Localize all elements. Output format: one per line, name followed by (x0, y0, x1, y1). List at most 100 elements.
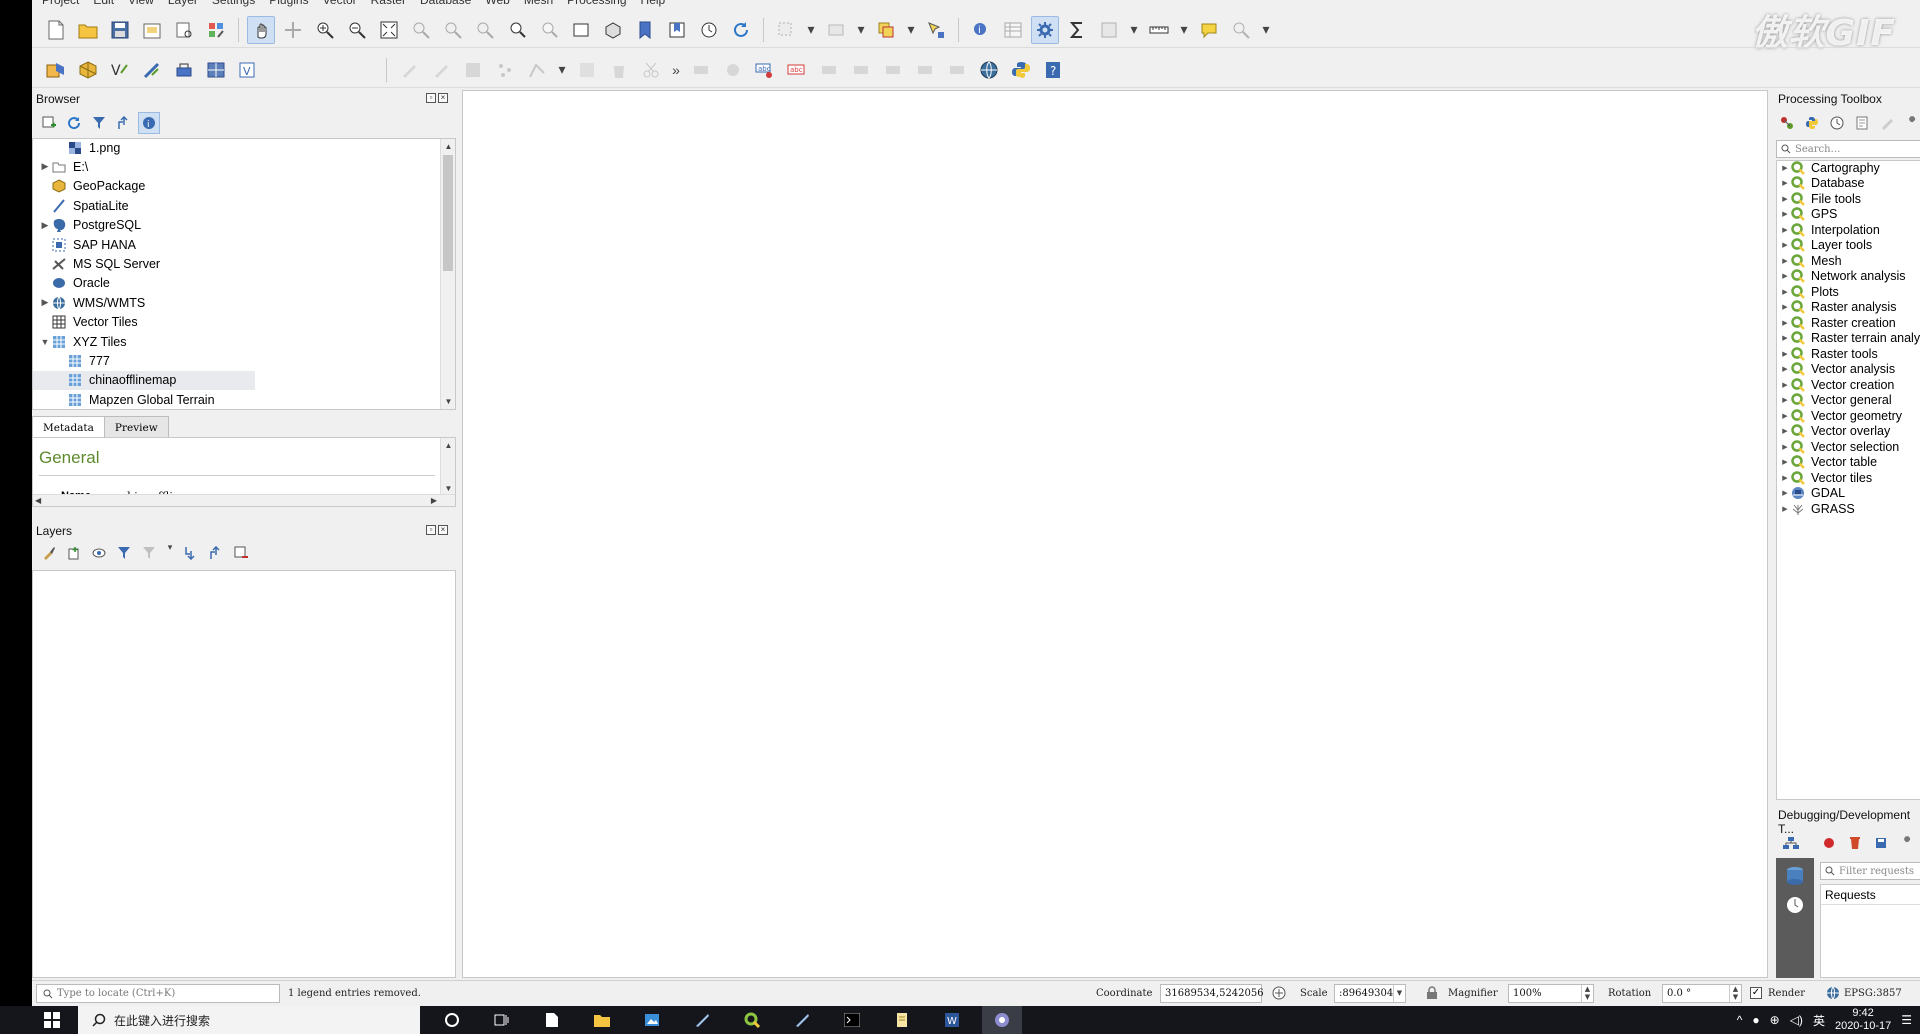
zoom-native-icon[interactable] (471, 16, 499, 44)
add-feature-icon[interactable] (491, 56, 519, 84)
menu-processing[interactable]: Processing (567, 0, 626, 10)
menu-project[interactable]: Project (42, 0, 79, 10)
expand-all-icon[interactable] (180, 542, 202, 564)
expand-arrow-icon[interactable]: ▶ (1779, 350, 1791, 358)
expand-arrow-icon[interactable]: ▶ (39, 220, 51, 231)
processing-group-file-tools[interactable]: ▶ File tools (1777, 191, 1861, 206)
processing-group-interpolation[interactable]: ▶ Interpolation (1777, 222, 1880, 237)
rotate-label-icon[interactable] (943, 56, 971, 84)
close-dock-button[interactable]: × (438, 525, 448, 535)
lock-scale-icon[interactable] (1426, 986, 1438, 1003)
task-view-icon[interactable] (482, 1006, 522, 1034)
render-checkbox[interactable]: ✓ (1750, 987, 1762, 999)
scale-dropdown-icon[interactable]: ▼ (1393, 985, 1405, 1002)
expand-arrow-icon[interactable]: ▶ (1779, 443, 1791, 451)
browser-item-postgresql[interactable]: ▶ PostgreSQL (33, 216, 141, 235)
expand-arrow-icon[interactable]: ▶ (1779, 257, 1791, 265)
move-label-icon[interactable] (911, 56, 939, 84)
measure-line-icon[interactable] (1145, 16, 1173, 44)
expand-arrow-icon[interactable]: ▶ (1779, 365, 1791, 373)
word-app-icon[interactable]: W (932, 1006, 972, 1034)
browser-item-777[interactable]: 777 (33, 351, 110, 370)
new-temporary-layer-icon[interactable] (170, 56, 198, 84)
expand-arrow-icon[interactable]: ▶ (1779, 164, 1791, 172)
metadata-hscrollbar[interactable]: ◀ ▶ (33, 494, 455, 506)
menu-help[interactable]: Help (641, 0, 666, 10)
menu-mesh[interactable]: Mesh (524, 0, 553, 10)
magnifier-field[interactable]: 100% ▲ ▼ (1508, 984, 1594, 1003)
cut-features-icon[interactable] (637, 56, 665, 84)
manage-map-themes-icon[interactable] (88, 542, 110, 564)
browser-item-xyz-tiles[interactable]: ▼ XYZ Tiles (33, 332, 127, 351)
processing-group-vector-selection[interactable]: ▶ Vector selection (1777, 439, 1899, 454)
zoom-full-icon[interactable] (375, 16, 403, 44)
results-viewer-icon[interactable] (1851, 112, 1873, 134)
float-dock-button[interactable]: ▫ (426, 525, 436, 535)
refresh-icon[interactable] (727, 16, 755, 44)
close-dock-button[interactable]: × (438, 93, 448, 103)
expand-arrow-icon[interactable]: ▶ (39, 161, 51, 172)
vertex-tool-icon[interactable] (523, 56, 551, 84)
browser-item-1-png[interactable]: 1.png (33, 139, 120, 157)
label-toolbar-icon[interactable] (687, 56, 715, 84)
new-print-layout-icon[interactable] (138, 16, 166, 44)
expand-arrow-icon[interactable]: ▶ (1779, 288, 1791, 296)
zoom-to-layer-icon[interactable] (439, 16, 467, 44)
collapse-all-layers-icon[interactable] (205, 542, 227, 564)
zoom-next-icon[interactable] (535, 16, 563, 44)
debug-settings-wrench-icon[interactable] (1896, 832, 1918, 854)
processing-group-vector-geometry[interactable]: ▶ Vector geometry (1777, 408, 1902, 423)
toggle-extents-icon[interactable] (1272, 986, 1286, 1003)
collapse-all-icon[interactable] (113, 112, 135, 134)
properties-info-icon[interactable]: i (138, 112, 160, 134)
tab-metadata[interactable]: Metadata (32, 416, 105, 438)
add-group-icon[interactable] (63, 542, 85, 564)
processing-group-gps[interactable]: ▶ GPS (1777, 207, 1837, 222)
zoom-last-icon[interactable] (503, 16, 531, 44)
add-selected-layers-icon[interactable] (38, 112, 60, 134)
new-project-icon[interactable] (42, 16, 70, 44)
remove-layer-icon[interactable] (230, 542, 252, 564)
attribute-table-icon[interactable] (999, 16, 1027, 44)
processing-group-mesh[interactable]: ▶ Mesh (1777, 253, 1841, 268)
browser-scrollbar[interactable]: ▲ ▼ (440, 139, 455, 409)
select-features-icon[interactable] (772, 16, 800, 44)
processing-group-plots[interactable]: ▶ Plots (1777, 284, 1839, 299)
filter-requests-input[interactable]: Filter requests (1820, 862, 1920, 880)
refresh-browser-icon[interactable] (63, 112, 85, 134)
modify-attributes-icon[interactable] (573, 56, 601, 84)
delete-selected-icon[interactable] (605, 56, 633, 84)
new-map-view-icon[interactable] (567, 16, 595, 44)
new-geopackage-layer-icon[interactable] (74, 56, 102, 84)
tray-app-icon[interactable]: ● (1752, 1013, 1759, 1027)
python-app-icon[interactable] (882, 1006, 922, 1034)
layers-tree[interactable] (32, 570, 456, 978)
pan-to-selection-icon[interactable] (279, 16, 307, 44)
menu-edit[interactable]: Edit (93, 0, 114, 10)
filter-legend-icon[interactable] (113, 542, 135, 564)
expand-arrow-icon[interactable]: ▶ (1779, 210, 1791, 218)
new-spatialite-layer-icon[interactable] (138, 56, 166, 84)
coordinate-field[interactable]: 31689534,5242056 (1160, 984, 1264, 1003)
processing-group-grass[interactable]: ▶ GRASS (1777, 501, 1854, 516)
quickmapservices-globe-icon[interactable] (975, 56, 1003, 84)
expand-arrow-icon[interactable]: ▶ (1779, 489, 1791, 497)
processing-group-vector-tiles[interactable]: ▶ Vector tiles (1777, 470, 1872, 485)
ime-indicator[interactable]: 英 (1813, 1012, 1825, 1029)
menu-raster[interactable]: Raster (371, 0, 406, 10)
processing-group-database[interactable]: ▶ Database (1777, 176, 1864, 191)
expand-arrow-icon[interactable]: ▶ (1779, 334, 1791, 342)
file-explorer-icon[interactable] (582, 1006, 622, 1034)
browser-tree[interactable]: 1.png ▶ E:\ GeoPackage SpatiaLite ▶ PostgreSQL… (32, 138, 456, 410)
expand-arrow-icon[interactable]: ▶ (1779, 195, 1791, 203)
edit-features-in-place-icon[interactable] (1876, 112, 1898, 134)
layer-labeling-options-icon[interactable]: abc (751, 56, 779, 84)
clear-log-icon[interactable] (1844, 832, 1866, 854)
locator-search-icon[interactable] (1227, 16, 1255, 44)
profiler-clock-icon[interactable] (1786, 896, 1804, 917)
requests-list[interactable]: Requests (1820, 884, 1920, 978)
zoom-to-selection-icon[interactable] (407, 16, 435, 44)
processing-group-raster-creation[interactable]: ▶ Raster creation (1777, 315, 1895, 330)
expand-arrow-icon[interactable]: ▶ (1779, 412, 1791, 420)
processing-group-layer-tools[interactable]: ▶ Layer tools (1777, 238, 1872, 253)
